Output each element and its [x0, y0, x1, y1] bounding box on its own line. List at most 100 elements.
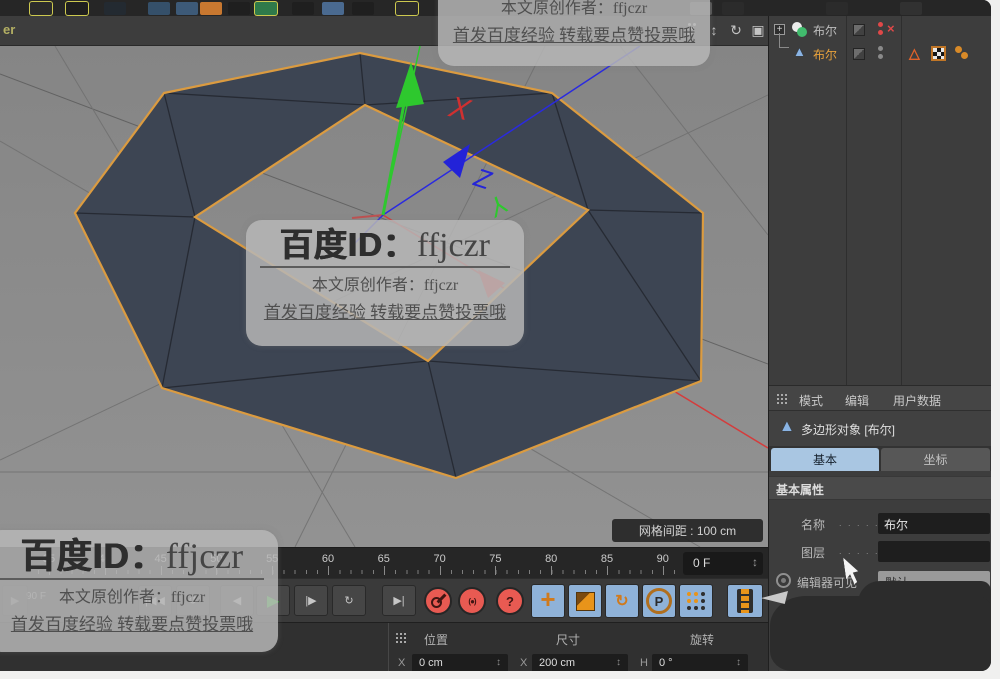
object-manager-column-divider	[846, 16, 847, 385]
toolbar-icon[interactable]	[30, 2, 52, 15]
attribute-tabs: 基本 坐标	[769, 446, 991, 471]
toolbar-icon[interactable]	[148, 2, 170, 15]
motion-system-button[interactable]	[727, 584, 763, 618]
menu-edit[interactable]: 编辑	[845, 392, 869, 409]
panel-grid-icon[interactable]	[396, 633, 398, 635]
rotate-view-icon[interactable]: ↻	[726, 20, 746, 40]
ruler-major-tick	[607, 566, 608, 575]
visibility-dot-icon[interactable]	[878, 54, 883, 59]
dotted-leader: . . . . .	[839, 518, 880, 528]
tab-coordinates[interactable]: 坐标	[881, 448, 990, 471]
coords-header: 位置	[424, 631, 448, 648]
ruler-frame-number: 65	[369, 553, 399, 565]
ruler-major-tick	[551, 566, 552, 575]
phong-tag-icon[interactable]: △	[909, 45, 920, 62]
autokeying-button[interactable]: (●)	[458, 587, 486, 615]
visibility-dot-icon[interactable]	[878, 22, 883, 27]
coords-header: 旋转	[690, 631, 714, 648]
ruler-frame-number: 70	[425, 553, 455, 565]
layer-label: 图层	[801, 544, 825, 561]
record-options-button[interactable]: ?	[496, 587, 524, 615]
object-name-selected[interactable]: 布尔	[813, 46, 837, 63]
viewport-menu-text[interactable]: er	[3, 22, 15, 37]
keyframe-scale-toggle[interactable]	[568, 584, 602, 618]
loop-button[interactable]: ↻	[332, 585, 366, 616]
panel-grid-icon[interactable]	[777, 394, 779, 396]
tab-basic[interactable]: 基本	[771, 448, 879, 471]
toolbar-icon[interactable]	[66, 2, 88, 15]
toolbar-icon[interactable]	[722, 2, 744, 15]
attribute-object-title: 多边形对象 [布尔]	[801, 421, 895, 438]
selection-tag-icon[interactable]	[955, 46, 969, 60]
row-name: 名称 . . . . . 布尔	[769, 512, 991, 536]
coords-value-field[interactable]: 0 cm	[412, 654, 508, 671]
goto-end-button[interactable]: ▶|	[382, 585, 416, 616]
ruler-frame-number: 85	[592, 553, 622, 565]
disable-x-icon[interactable]: ×	[887, 21, 895, 36]
toolbar-icon[interactable]	[228, 2, 250, 15]
ruler-major-tick	[495, 566, 496, 575]
toolbar-icon[interactable]	[352, 2, 374, 15]
toolbar-icon[interactable]	[826, 2, 848, 15]
name-field[interactable]: 布尔	[878, 513, 990, 534]
dotted-leader: . . . . .	[839, 546, 880, 556]
record-keyframe-button[interactable]	[424, 587, 452, 615]
z-axis-label: Z	[470, 162, 496, 196]
layer-field[interactable]	[878, 541, 990, 562]
keyframe-pla-toggle[interactable]	[679, 584, 713, 618]
spinner-icon[interactable]: ↕	[616, 657, 621, 668]
coords-value-field[interactable]: 200 cm	[532, 654, 628, 671]
menu-userdata[interactable]: 用户数据	[893, 392, 941, 409]
boolean-object-icon	[792, 22, 808, 37]
coords-axis-label: H	[640, 657, 648, 669]
current-frame-field[interactable]: 0 F ↕	[683, 552, 763, 575]
visibility-dot-icon[interactable]	[878, 46, 883, 51]
toolbar-icon[interactable]	[292, 2, 314, 15]
attribute-object-header: ▲ 多边形对象 [布尔]	[769, 411, 991, 446]
toolbar-icon[interactable]	[200, 2, 222, 15]
visibility-dot-icon[interactable]	[878, 30, 883, 35]
spinner-icon[interactable]: ↕	[752, 555, 758, 569]
attribute-menubar: 模式 编辑 用户数据	[769, 385, 991, 411]
keyframe-parameter-toggle[interactable]: P	[642, 584, 676, 618]
polygon-object-icon: ▲	[779, 418, 795, 436]
spinner-icon[interactable]: ↕	[736, 657, 741, 668]
watermark-top: 百度ID：ffjczr 本文原创作者：ffjczr 首发百度经验 转载要点赞投票…	[438, 0, 710, 66]
coords-value-field[interactable]: 0 °	[652, 654, 748, 671]
next-frame-button[interactable]: |▶	[294, 585, 328, 616]
coords-header: 尺寸	[556, 631, 580, 648]
uv-tag-icon[interactable]	[931, 46, 946, 61]
layer-swatch-icon[interactable]	[853, 24, 865, 36]
ruler-major-tick	[663, 566, 664, 575]
keyframe-position-toggle[interactable]	[531, 584, 565, 618]
object-manager-column-divider	[901, 16, 902, 385]
radio-icon[interactable]	[776, 573, 791, 588]
ruler-frame-number: 90	[648, 553, 678, 565]
toolbar-icon[interactable]	[322, 2, 344, 15]
ruler-frame-number: 75	[480, 553, 510, 565]
row-layer: 图层 . . . . .	[769, 540, 991, 564]
menu-mode[interactable]: 模式	[799, 392, 823, 409]
toolbar-icon[interactable]	[900, 2, 922, 15]
object-row-boolean[interactable]: + 布尔 ×	[769, 18, 991, 41]
watermark-blob	[770, 596, 991, 671]
toolbar-icon[interactable]	[104, 2, 126, 15]
keyframe-rotation-toggle[interactable]: ↻	[605, 584, 639, 618]
coords-axis-label: X	[520, 657, 527, 669]
section-basic-properties[interactable]: 基本属性	[769, 476, 991, 500]
toolbar-icon[interactable]	[396, 2, 418, 15]
object-row-polygon[interactable]: ▲ 布尔 △	[769, 42, 991, 65]
ruler-major-tick	[384, 566, 385, 575]
spinner-icon[interactable]: ↕	[496, 657, 501, 668]
layer-swatch-icon[interactable]	[853, 48, 865, 60]
app-window: er ↕ ↻ ▣	[0, 0, 991, 671]
right-panel: + 布尔 × ▲ 布尔 △ 模式 编辑 用户数据 ▲ 多边	[768, 16, 991, 671]
object-name[interactable]: 布尔	[813, 22, 837, 39]
ruler-frame-number: 60	[313, 553, 343, 565]
panel-divider	[388, 623, 389, 671]
grid-spacing-label: 网格间距 : 100 cm	[612, 519, 763, 542]
toolbar-icon[interactable]	[255, 2, 277, 15]
ruler-major-tick	[328, 566, 329, 575]
toolbar-icon[interactable]	[176, 2, 198, 15]
maximize-view-icon[interactable]: ▣	[748, 20, 768, 40]
